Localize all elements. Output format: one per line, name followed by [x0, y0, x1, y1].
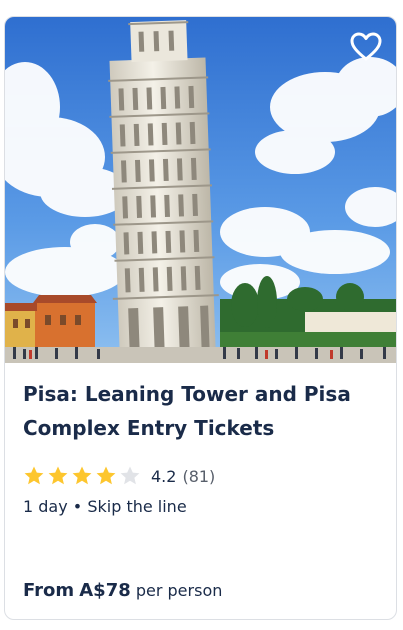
star-filled-icon: [48, 466, 68, 485]
meta-separator: •: [72, 497, 83, 516]
rating-value: 4.2: [151, 466, 177, 486]
feature-text: Skip the line: [87, 497, 187, 516]
activity-card[interactable]: Pisa: Leaning Tower and Pisa Complex Ent…: [4, 16, 397, 620]
star-empty-icon: [120, 466, 140, 485]
price-prefix: From: [23, 580, 75, 601]
activity-meta: 1 day • Skip the line: [23, 497, 187, 516]
star-filled-icon: [72, 466, 92, 485]
rating-stars: [23, 465, 141, 487]
price-amount: A$78: [79, 580, 131, 601]
duration-text: 1 day: [23, 497, 68, 516]
star-filled-icon: [96, 466, 116, 485]
review-count: (81): [182, 466, 216, 486]
heart-outline-icon: [350, 32, 382, 61]
star-filled-icon: [24, 466, 44, 485]
price: From A$78 per person: [23, 580, 222, 601]
activity-title[interactable]: Pisa: Leaning Tower and Pisa Complex Ent…: [23, 377, 383, 445]
wishlist-button[interactable]: [346, 27, 386, 67]
rating: 4.2 (81): [23, 463, 215, 489]
tour-photo[interactable]: [5, 17, 397, 363]
price-suffix: per person: [135, 581, 223, 600]
